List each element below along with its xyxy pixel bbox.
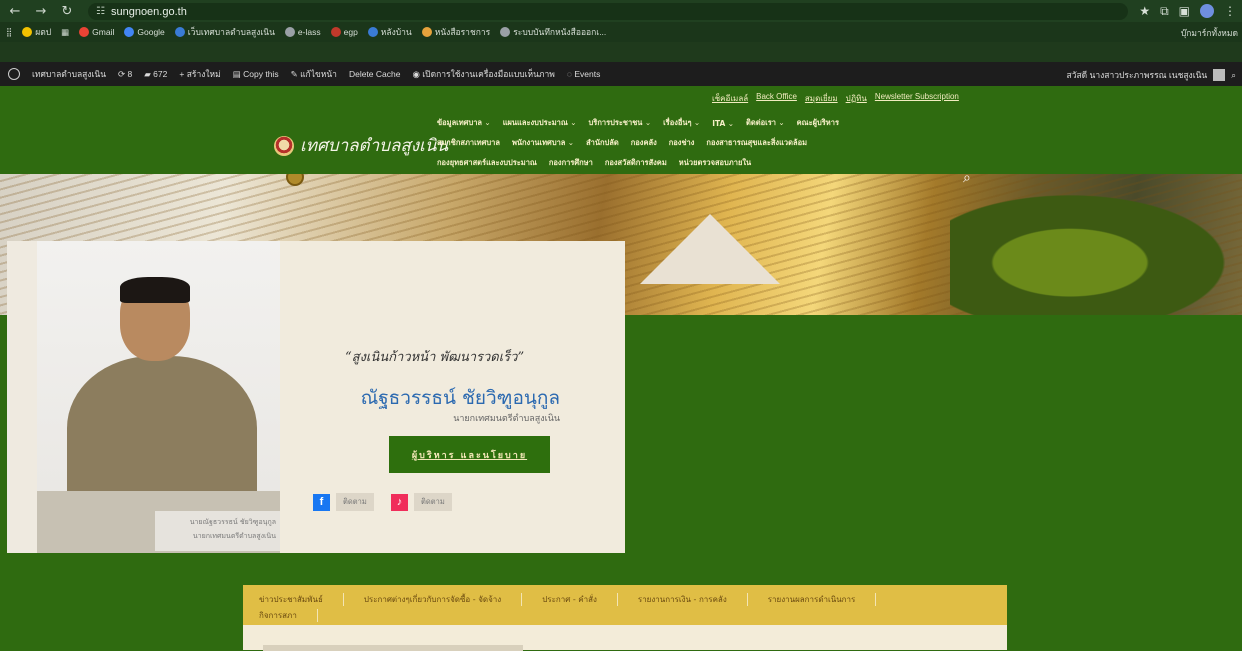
bookmark-item[interactable]: Google (124, 27, 165, 37)
main-menu: ข้อมูลเทศบาล แผนและงบประมาณ บริการประชาชน เ… (437, 113, 967, 173)
profile-icon[interactable] (1200, 4, 1214, 18)
tiktok-icon[interactable]: ♪ (391, 493, 408, 511)
bookmark-item[interactable]: egp (330, 27, 358, 37)
menu-item[interactable]: ติดต่อเรา (746, 117, 785, 129)
menu-item[interactable]: สำนักปลัด (586, 137, 619, 149)
menu-item[interactable]: พนักงานเทศบาล (512, 137, 574, 149)
tiktok-follow[interactable]: ♪ ติดตาม (391, 493, 452, 511)
wp-delete-cache[interactable]: Delete Cache (349, 69, 401, 79)
bookmark-item[interactable]: ระบบบันทึกหนังสือออกเ... (500, 25, 606, 39)
top-links: เช็คอีเมลล์ Back Office สมุดเยี่ยม ปฏิทิ… (712, 92, 959, 105)
menu-row: สมาชิกสภาเทศบาล พนักงานเทศบาล สำนักปลัด กอง… (437, 133, 967, 153)
facebook-follow[interactable]: f ติดตาม (313, 493, 374, 511)
wp-new[interactable]: + สร้างใหม่ (179, 67, 220, 81)
tab-finance[interactable]: รายงานการเงิน - การคลัง (618, 592, 748, 606)
menu-item[interactable]: แผนและงบประมาณ (503, 117, 577, 129)
menu-item[interactable]: สมาชิกสภาเทศบาล (437, 137, 500, 149)
menu-item[interactable]: กองช่าง (669, 137, 695, 149)
wp-site-link[interactable]: เทศบาลตำบลสูงเนิน (32, 67, 106, 81)
tree-image (950, 184, 1242, 315)
wp-greeting[interactable]: สวัสดี นางสาวประภาพรรณ เนชสูงเนิน (1067, 68, 1208, 82)
menu-item[interactable]: กองการศึกษา (549, 157, 593, 169)
bookmark-item[interactable]: e-lass (284, 27, 321, 37)
all-bookmarks[interactable]: บุ๊กมาร์กทั้งหมด (1181, 26, 1238, 40)
wp-events[interactable]: ◌ Events (567, 69, 600, 79)
wp-copy[interactable]: ▤ Copy this (233, 69, 279, 80)
site-info-icon[interactable]: ☷ (96, 6, 105, 17)
site-title: เทศบาลตำบลสูงเนิน (300, 136, 449, 156)
tabs-row: ข่าวประชาสัมพันธ์ ประกาศต่างๆเกี่ยวกับกา… (259, 591, 991, 607)
bookmark-item[interactable]: หนังสือราชการ (421, 25, 490, 39)
menu-row: กองยุทธศาสตร์และงบประมาณ กองการศึกษา กองสว… (437, 153, 967, 173)
menu-item[interactable]: คณะผู้บริหาร (797, 117, 839, 129)
executives-button[interactable]: ผู้บริหาร และนโยบาย (389, 436, 550, 473)
search-icon[interactable]: ⌕ (1231, 70, 1236, 81)
news-tabs: ข่าวประชาสัมพันธ์ ประกาศต่างๆเกี่ยวกับกา… (243, 585, 1007, 625)
menu-item[interactable]: ข้อมูลเทศบาล (437, 117, 491, 129)
mayor-card: “สูงเนินก้าวหน้า พัฒนารวดเร็ว” ณัฐธวรรธน… (280, 241, 625, 553)
reload-icon[interactable]: ↻ (56, 4, 78, 19)
wp-updates[interactable]: ⟳ 8 (118, 69, 132, 80)
url-text: sungnoen.go.th (110, 5, 187, 18)
menu-row: ข้อมูลเทศบาล แผนและงบประมาณ บริการประชาชน เ… (437, 113, 967, 133)
apps-icon[interactable]: ⣿ (6, 27, 12, 38)
follow-button[interactable]: ติดตาม (414, 493, 452, 511)
menu-item[interactable]: กองสวัสดิการสังคม (605, 157, 667, 169)
address-bar[interactable]: ☷ sungnoen.go.th (88, 3, 1128, 20)
mayor-name: ณัฐธวรรธน์ ชัยวิฑูอนุกูล (360, 387, 560, 409)
wordpress-icon[interactable] (8, 68, 20, 80)
wp-accessibility[interactable]: ◉ เปิดการใช้งานเครื่องมือแบบเห็นภาพ (412, 67, 554, 81)
menu-item[interactable]: เรื่องอื่นๆ (663, 117, 700, 129)
top-link[interactable]: เช็คอีเมลล์ (712, 92, 748, 105)
menu-item[interactable]: กองยุทธศาสตร์และงบประมาณ (437, 157, 537, 169)
menu-item[interactable]: กองคลัง (631, 137, 657, 149)
top-link[interactable]: Back Office (756, 92, 797, 105)
wp-admin-bar: เทศบาลตำบลสูงเนิน ⟳ 8 ▰ 672 + สร้างใหม่ … (0, 62, 1242, 86)
wp-comments[interactable]: ▰ 672 (144, 69, 167, 80)
wp-edit[interactable]: ✎ แก้ไขหน้า (291, 67, 337, 81)
bookmark-item[interactable]: Gmail (79, 27, 114, 37)
menu-item[interactable]: กองสาธารณสุขและสิ่งแวดล้อม (706, 137, 807, 149)
forward-icon[interactable]: → (30, 4, 52, 19)
tabs-row: กิจการสภา (259, 607, 991, 623)
tab-search-icon[interactable]: ▣ (1179, 4, 1190, 18)
extensions-icon[interactable]: ⧉ (1160, 4, 1169, 19)
slogan: “สูงเนินก้าวหน้า พัฒนารวดเร็ว” (345, 350, 525, 365)
star-icon[interactable]: ★ (1139, 4, 1150, 18)
mayor-title: นายกเทศมนตรีตำบลสูงเนิน (453, 414, 560, 424)
mayor-photo: นายณัฐธวรรธน์ ชัยวิฑูอนุกูล นายกเทศมนตรี… (37, 241, 280, 553)
tab-council[interactable]: กิจการสภา (259, 608, 318, 622)
tab-procurement[interactable]: ประกาศต่างๆเกี่ยวกับการจัดซื้อ - จัดจ้าง (344, 592, 523, 606)
tab-announcements[interactable]: ประกาศ - คำสั่ง (522, 592, 618, 606)
tabs-content (243, 625, 1007, 651)
tab-results[interactable]: รายงานผลการดำเนินการ (748, 592, 877, 606)
site-header: เช็คอีเมลล์ Back Office สมุดเยี่ยม ปฏิทิ… (0, 86, 1242, 174)
site-logo[interactable]: เทศบาลตำบลสูงเนิน (274, 132, 448, 159)
follow-button[interactable]: ติดตาม (336, 493, 374, 511)
emblem-icon (274, 135, 294, 156)
bookmark-item[interactable]: เว็บเทศบาลตำบลสูงเนิน (174, 25, 275, 39)
search-icon[interactable]: ⌕ (963, 174, 971, 186)
avatar[interactable] (1213, 69, 1226, 81)
roof-image (640, 214, 780, 284)
menu-icon[interactable]: ⋮ (1224, 4, 1236, 18)
back-icon[interactable]: ← (4, 4, 26, 19)
tab-news[interactable]: ข่าวประชาสัมพันธ์ (259, 592, 344, 606)
menu-item[interactable]: หน่วยตรวจสอบภายใน (679, 157, 751, 169)
bookmark-item[interactable]: หลังบ้าน (367, 25, 412, 39)
menu-item[interactable]: บริการประชาชน (589, 117, 652, 129)
browser-tools: ★ ⧉ ▣ ⋮ (1139, 2, 1236, 20)
bookmarks-bar: ⣿ ผตป ▦ Gmail Google เว็บเทศบาลตำบลสูงเน… (0, 22, 1242, 42)
top-link[interactable]: Newsletter Subscription (875, 92, 959, 105)
name-plate: นายณัฐธวรรธน์ ชัยวิฑูอนุกูล นายกเทศมนตรี… (155, 511, 280, 551)
top-link[interactable]: สมุดเยี่ยม (805, 92, 838, 105)
facebook-icon[interactable]: f (313, 493, 330, 511)
top-link[interactable]: ปฏิทิน (846, 92, 867, 105)
bookmark-item[interactable]: ผตป (22, 25, 51, 39)
menu-item[interactable]: ITA (712, 119, 734, 128)
grid-icon[interactable]: ▦ (61, 27, 69, 38)
